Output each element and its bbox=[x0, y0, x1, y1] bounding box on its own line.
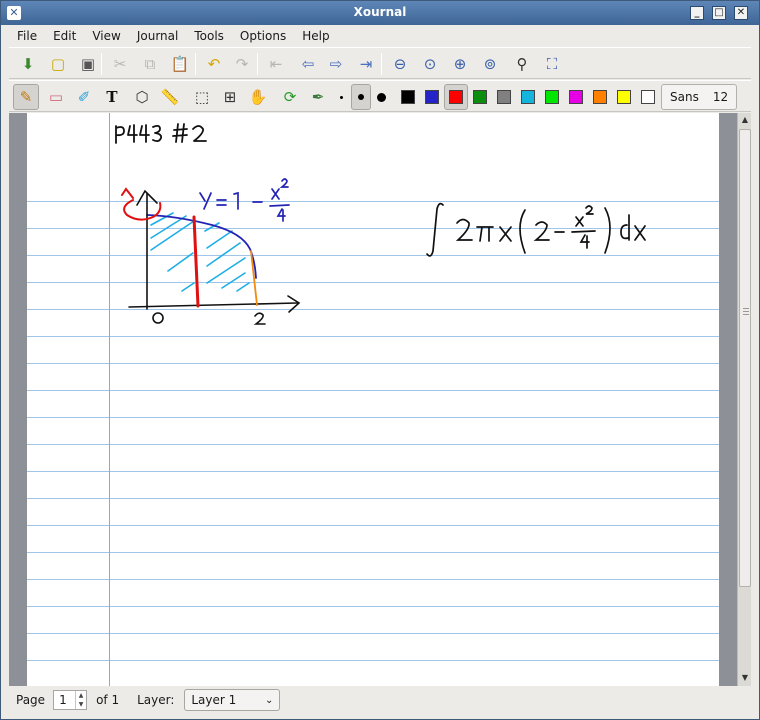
toolbar-separator bbox=[195, 53, 196, 75]
page-number-spinner[interactable]: 1 ▲ ▼ bbox=[53, 690, 88, 710]
layer-dropdown-value[interactable]: Layer 1 bbox=[191, 693, 236, 707]
color-swatch-00e600[interactable] bbox=[545, 90, 559, 104]
next-page-icon[interactable]: ⇨ bbox=[323, 51, 349, 77]
zoom-fit-icon[interactable]: ⊚ bbox=[477, 51, 503, 77]
highlighter-icon[interactable]: ✐ bbox=[71, 84, 97, 110]
ink-curve-equation bbox=[199, 178, 290, 222]
xournal-window: ✕ Xournal _ □ ✕ File Edit View Journal T… bbox=[0, 0, 760, 720]
main-toolbar: ⬇ ▢ ▣ ✂ ⧉ 📋 ↶ ↷ ⇤ ⇦ ⇨ ⇥ ⊖ ⊙ ⊕ ⊚ ⚲ ⛶ bbox=[9, 47, 751, 79]
layer-dropdown[interactable]: Layer 1 ⌄ bbox=[184, 689, 281, 711]
canvas-area[interactable] bbox=[9, 113, 737, 686]
color-swatch-ff8000[interactable] bbox=[593, 90, 607, 104]
pen-toolbar: ✎ ▭ ✐ T ⬡ 📏 ⬚ ⊞ ✋ ⟳ ✒ Sans 12 bbox=[9, 80, 751, 112]
color-swatch-2323c8[interactable] bbox=[425, 90, 439, 104]
save-icon[interactable]: ⬇ bbox=[15, 51, 41, 77]
select-rectangle-icon[interactable]: ⊞ bbox=[217, 84, 243, 110]
pen-icon[interactable]: ✎ bbox=[13, 84, 39, 110]
ink-axis-labels bbox=[152, 312, 266, 325]
thickness-thick-button[interactable] bbox=[371, 84, 391, 110]
open-icon[interactable]: ▣ bbox=[75, 51, 101, 77]
text-tool-icon[interactable]: T bbox=[99, 84, 125, 110]
binoculars-icon[interactable]: ⚲ bbox=[509, 51, 535, 77]
select-region-icon[interactable]: ⬚ bbox=[189, 84, 215, 110]
menu-view[interactable]: View bbox=[84, 29, 128, 43]
font-name: Sans bbox=[670, 90, 699, 104]
redo-icon[interactable]: ↷ bbox=[229, 51, 255, 77]
last-page-icon[interactable]: ⇥ bbox=[353, 51, 379, 77]
undo-icon[interactable]: ↶ bbox=[201, 51, 227, 77]
ink-title bbox=[115, 123, 207, 144]
zoom-out-icon[interactable]: ⊖ bbox=[387, 51, 413, 77]
color-swatch-e600e6[interactable] bbox=[569, 90, 583, 104]
fullscreen-icon[interactable]: ⛶ bbox=[539, 51, 565, 77]
page-label: Page bbox=[16, 693, 46, 707]
default-pen-icon[interactable]: ✒ bbox=[305, 84, 331, 110]
thickness-dot-icon bbox=[376, 92, 386, 102]
journal-page[interactable] bbox=[27, 113, 719, 686]
page-number-value[interactable]: 1 bbox=[54, 693, 67, 707]
ink-curve bbox=[146, 214, 257, 279]
close-button[interactable]: ✕ bbox=[734, 6, 748, 20]
previous-page-icon[interactable]: ⇦ bbox=[295, 51, 321, 77]
scrollbar-thumb[interactable] bbox=[739, 129, 751, 587]
menu-journal[interactable]: Journal bbox=[129, 29, 187, 43]
color-swatch-0d8c0d[interactable] bbox=[473, 90, 487, 104]
menu-options[interactable]: Options bbox=[232, 29, 294, 43]
color-swatch-000000[interactable] bbox=[401, 90, 415, 104]
page-count: of 1 bbox=[96, 693, 120, 707]
new-page-icon[interactable]: ▢ bbox=[45, 51, 71, 77]
hand-icon[interactable]: ✋ bbox=[245, 84, 271, 110]
shape-recognizer-icon[interactable]: ⬡ bbox=[129, 84, 155, 110]
window-title: Xournal bbox=[353, 5, 407, 19]
toolbar-separator bbox=[101, 53, 102, 75]
toolbar-separator bbox=[257, 53, 258, 75]
first-page-icon[interactable]: ⇤ bbox=[263, 51, 289, 77]
menu-bar: File Edit View Journal Tools Options Hel… bbox=[9, 25, 751, 47]
color-swatch-ffffff[interactable] bbox=[641, 90, 655, 104]
ink-shaded-region bbox=[150, 212, 250, 292]
color-swatch-808080[interactable] bbox=[497, 90, 511, 104]
thickness-dot-icon bbox=[358, 94, 364, 100]
zoom-100-icon[interactable]: ⊙ bbox=[417, 51, 443, 77]
chevron-down-icon: ⌄ bbox=[264, 694, 274, 706]
scroll-up-arrow-icon[interactable]: ▲ bbox=[739, 114, 751, 126]
minimize-button[interactable]: _ bbox=[690, 6, 704, 20]
ink-rotation-arrow bbox=[121, 187, 162, 221]
ink-integral bbox=[426, 202, 646, 257]
ruler-icon[interactable]: 📏 bbox=[157, 84, 183, 110]
font-button[interactable]: Sans 12 bbox=[661, 84, 738, 110]
menu-edit[interactable]: Edit bbox=[45, 29, 84, 43]
handwritten-ink bbox=[115, 123, 646, 325]
thickness-dot-icon bbox=[339, 95, 343, 99]
thickness-medium-button[interactable] bbox=[351, 84, 371, 110]
zoom-in-icon[interactable]: ⊕ bbox=[447, 51, 473, 77]
spinner-arrows-icon[interactable]: ▲ ▼ bbox=[75, 691, 86, 709]
status-bar: Page 1 ▲ ▼ of 1 Layer: Layer 1 ⌄ bbox=[9, 687, 751, 713]
menu-file[interactable]: File bbox=[9, 29, 45, 43]
eraser-icon[interactable]: ▭ bbox=[43, 84, 69, 110]
color-swatch-ff0000[interactable] bbox=[449, 90, 463, 104]
ink-shell-line bbox=[192, 215, 200, 308]
layer-label: Layer: bbox=[137, 693, 175, 707]
maximize-button[interactable]: □ bbox=[712, 6, 726, 20]
title-bar: ✕ Xournal _ □ ✕ bbox=[1, 1, 759, 25]
color-swatch-ffff00[interactable] bbox=[617, 90, 631, 104]
copy-icon[interactable]: ⧉ bbox=[137, 51, 163, 77]
menu-help[interactable]: Help bbox=[294, 29, 337, 43]
scroll-down-arrow-icon[interactable]: ▼ bbox=[739, 672, 751, 684]
thickness-fine-button[interactable] bbox=[331, 84, 351, 110]
color-swatch-14b4dc[interactable] bbox=[521, 90, 535, 104]
toolbar-separator bbox=[381, 53, 382, 75]
default-tool-icon[interactable]: ⟳ bbox=[277, 84, 303, 110]
menu-tools[interactable]: Tools bbox=[186, 29, 232, 43]
font-size: 12 bbox=[712, 90, 729, 104]
ink-axes bbox=[128, 189, 301, 313]
paste-icon[interactable]: 📋 bbox=[167, 51, 193, 77]
vertical-scrollbar[interactable]: ▲ ▼ bbox=[737, 113, 751, 686]
cut-icon[interactable]: ✂ bbox=[107, 51, 133, 77]
